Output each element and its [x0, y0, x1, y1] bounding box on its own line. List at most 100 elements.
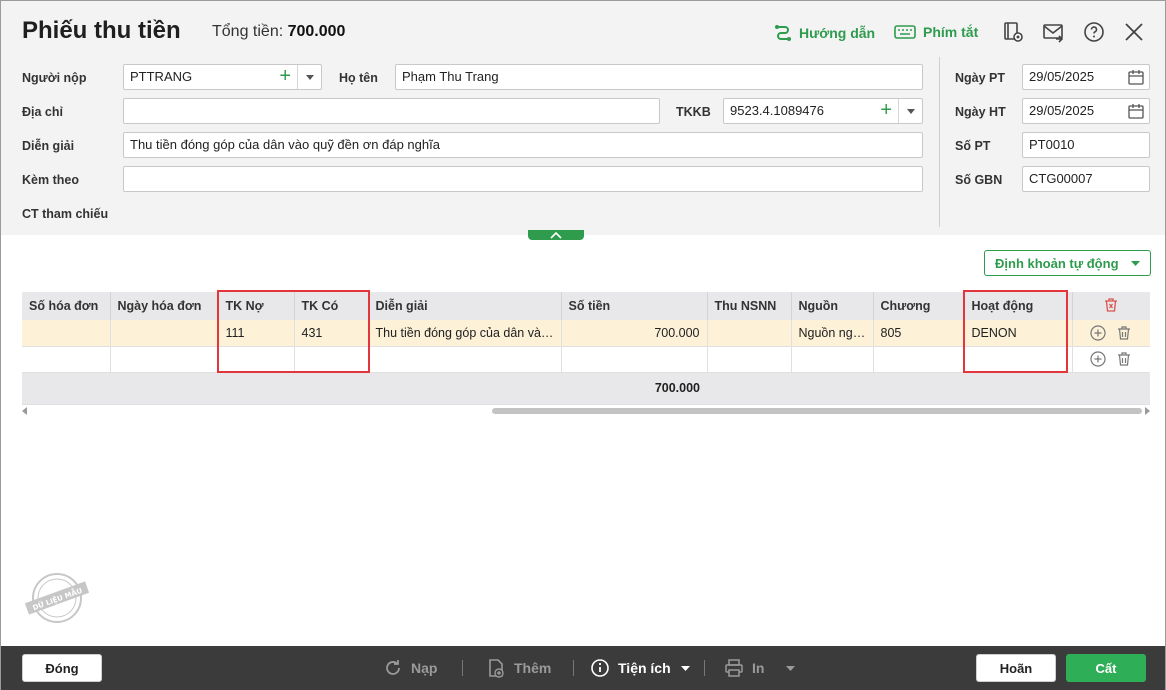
close-button[interactable]: Đóng: [22, 654, 102, 682]
cell-chapter[interactable]: [873, 346, 965, 373]
total-value: 700.000: [287, 23, 346, 40]
receipt-window: Phiếu thu tiền Tổng tiền: 700.000 Hướng …: [0, 0, 1166, 690]
help-icon[interactable]: [1083, 21, 1105, 43]
keyboard-icon: [894, 25, 916, 39]
add-row-icon[interactable]: [1090, 351, 1106, 367]
so-pt-field[interactable]: PT0010: [1022, 132, 1150, 158]
payer-value: PTTRANG: [130, 69, 193, 84]
delete-all-column: [1072, 292, 1150, 320]
cell-nsnn[interactable]: [707, 320, 792, 347]
delete-row-icon[interactable]: [1116, 351, 1132, 367]
reference-label: CT tham chiếu: [22, 207, 109, 221]
add-button[interactable]: Thêm: [486, 658, 551, 678]
date-pt-value: 29/05/2025: [1029, 69, 1095, 84]
postpone-button[interactable]: Hoãn: [976, 654, 1056, 682]
print-label: In: [752, 660, 765, 676]
row-actions: [1072, 346, 1150, 373]
col-header[interactable]: Số tiền: [561, 292, 708, 320]
reload-label: Nạp: [411, 660, 438, 676]
scrollbar-thumb[interactable]: [492, 408, 1142, 414]
col-header[interactable]: Chương: [873, 292, 965, 320]
tkkb-field[interactable]: 9523.4.1089476 +: [723, 98, 923, 124]
guide-label: Hướng dẫn: [799, 25, 876, 41]
so-pt-label: Số PT: [955, 139, 991, 153]
scroll-right-icon[interactable]: [1144, 407, 1150, 415]
date-ht-field[interactable]: 29/05/2025: [1022, 98, 1150, 124]
delete-all-icon[interactable]: [1103, 297, 1119, 313]
date-pt-label: Ngày PT: [955, 71, 1006, 85]
shortcuts-link[interactable]: Phím tắt: [894, 24, 978, 40]
cell-source[interactable]: Nguồn ngân sách: [791, 320, 874, 347]
form-divider: [939, 57, 940, 227]
cell-amount[interactable]: 700.000: [561, 320, 708, 347]
payer-field[interactable]: PTTRANG +: [123, 64, 322, 90]
col-header[interactable]: Diễn giải: [368, 292, 562, 320]
toolbar-divider: [573, 660, 574, 676]
footer-toolbar: Đóng Nạp Thêm Tiện ích In Hoãn Cất: [1, 646, 1165, 690]
row-actions: [1072, 320, 1150, 347]
tkkb-value: 9523.4.1089476: [730, 103, 824, 118]
col-header[interactable]: Nguồn: [791, 292, 874, 320]
utilities-menu[interactable]: Tiện ích: [590, 658, 690, 678]
save-button[interactable]: Cất: [1066, 654, 1146, 682]
date-pt-field[interactable]: 29/05/2025: [1022, 64, 1150, 90]
add-label: Thêm: [514, 660, 552, 676]
send-email-icon[interactable]: [1042, 21, 1064, 43]
printer-icon: [725, 659, 743, 677]
reload-button[interactable]: Nạp: [383, 658, 437, 678]
calendar-icon[interactable]: [1128, 69, 1144, 85]
add-tkkb-icon[interactable]: +: [880, 99, 892, 121]
toolbar-divider: [462, 660, 463, 676]
col-header[interactable]: Ngày hóa đơn: [110, 292, 219, 320]
delete-row-icon[interactable]: [1116, 325, 1132, 341]
tkkb-dropdown-icon[interactable]: [898, 99, 922, 123]
cell-nsnn[interactable]: [707, 346, 792, 373]
payer-label: Người nộp: [22, 71, 87, 85]
utilities-label: Tiện ích: [618, 660, 671, 676]
auto-posting-label: Định khoản tự động: [995, 255, 1119, 271]
chevron-down-icon: [786, 665, 796, 671]
attach-field[interactable]: [123, 166, 923, 192]
table-total-row: 700.000: [22, 372, 1150, 405]
toolbar-divider: [704, 660, 705, 676]
chevron-down-icon: [680, 665, 690, 671]
print-button[interactable]: In: [724, 658, 796, 678]
close-icon[interactable]: [1123, 21, 1145, 43]
so-pt-value: PT0010: [1029, 137, 1075, 152]
cell-invoice-no[interactable]: [22, 320, 111, 347]
tkkb-label: TKKB: [676, 105, 711, 119]
cell-amount[interactable]: [561, 346, 708, 373]
attach-label: Kèm theo: [22, 173, 79, 187]
address-field[interactable]: [123, 98, 660, 124]
cell-invoice-date[interactable]: [110, 346, 219, 373]
col-header[interactable]: Thu NSNN: [707, 292, 792, 320]
cell-chapter[interactable]: 805: [873, 320, 965, 347]
cell-invoice-no[interactable]: [22, 346, 111, 373]
cell-source[interactable]: [791, 346, 874, 373]
cell-invoice-date[interactable]: [110, 320, 219, 347]
auto-posting-button[interactable]: Định khoản tự động: [984, 250, 1151, 276]
name-value: Phạm Thu Trang: [402, 69, 499, 84]
desc-field[interactable]: Thu tiền đóng góp của dân vào quỹ đền ơn…: [123, 132, 923, 158]
guide-link[interactable]: Hướng dẫn: [774, 24, 875, 42]
payer-dropdown-icon[interactable]: [297, 65, 321, 89]
name-field[interactable]: Phạm Thu Trang: [395, 64, 923, 90]
collapse-header-button[interactable]: [528, 230, 584, 240]
total-amount: Tổng tiền: 700.000: [212, 23, 345, 41]
view-ledger-icon[interactable]: [1002, 21, 1024, 43]
add-row-icon[interactable]: [1090, 325, 1106, 341]
name-label: Họ tên: [339, 71, 378, 85]
total-amount-cell: 700.000: [561, 372, 707, 405]
address-label: Địa chỉ: [22, 105, 63, 119]
so-gbn-field[interactable]: CTG00007: [1022, 166, 1150, 192]
scroll-left-icon[interactable]: [22, 407, 28, 415]
col-header[interactable]: Số hóa đơn: [22, 292, 111, 320]
calendar-icon[interactable]: [1128, 103, 1144, 119]
cell-description[interactable]: Thu tiền đóng góp của dân vào quỹ đền ơn…: [368, 320, 562, 347]
date-ht-label: Ngày HT: [955, 105, 1006, 119]
horizontal-scrollbar[interactable]: [22, 406, 1150, 415]
shortcuts-label: Phím tắt: [923, 24, 979, 40]
cell-description[interactable]: [368, 346, 562, 373]
chevron-up-icon: [550, 231, 562, 239]
add-payer-icon[interactable]: +: [279, 65, 291, 87]
